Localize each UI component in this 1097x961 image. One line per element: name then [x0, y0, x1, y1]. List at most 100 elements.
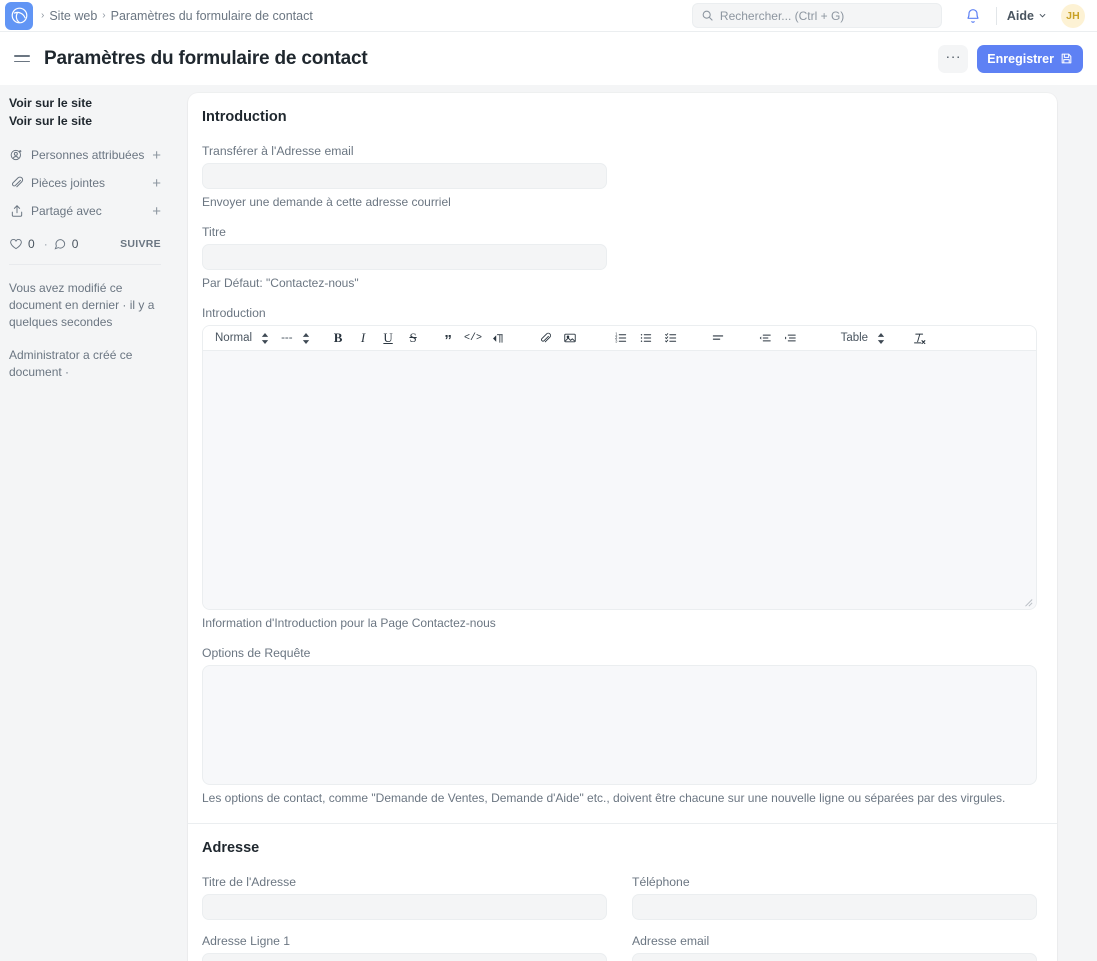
meta-modified: Vous avez modifié ce document en dernier…	[9, 280, 161, 331]
form-area: Introduction Transférer à l'Adresse emai…	[175, 85, 1097, 961]
align-icon[interactable]	[706, 327, 731, 349]
field-label: Titre de l'Adresse	[202, 875, 632, 889]
sidebar-item-shared-with[interactable]: Partagé avec +	[9, 197, 161, 225]
field-options-requete: Options de Requête	[202, 646, 1043, 785]
field-introduction: Introduction Normal ---	[202, 306, 1043, 610]
top-navbar: › Site web › Paramètres du formulaire de…	[0, 0, 1097, 32]
heart-icon[interactable]	[9, 237, 23, 251]
add-attachment-icon[interactable]: +	[152, 176, 161, 191]
search-input[interactable]	[720, 9, 933, 23]
like-count: 0	[28, 237, 35, 251]
section-title: Adresse	[202, 840, 1043, 856]
text-style-value: Normal	[215, 332, 252, 344]
italic-icon[interactable]: I	[351, 327, 376, 349]
reactions-separator: ·	[44, 237, 48, 251]
breadcrumb-item-site-web[interactable]: Site web	[49, 9, 97, 23]
form-card: Introduction Transférer à l'Adresse emai…	[188, 93, 1057, 961]
breadcrumb-chevron-icon: ›	[41, 10, 44, 21]
paragraph-direction-icon[interactable]	[486, 327, 511, 349]
text-style-select[interactable]: Normal	[209, 327, 275, 349]
titre-input[interactable]	[202, 244, 607, 270]
updown-caret-icon	[877, 333, 885, 344]
field-help-text: Information d'Introduction pour la Page …	[202, 616, 1043, 630]
rich-text-editor: Normal ---	[202, 325, 1037, 610]
sidebar-item-attachments[interactable]: Pièces jointes +	[9, 169, 161, 197]
updown-caret-icon	[302, 333, 310, 344]
notifications-bell-icon[interactable]	[960, 3, 986, 29]
clear-format-icon[interactable]	[907, 327, 932, 349]
updown-caret-icon	[261, 333, 269, 344]
follow-button[interactable]: SUIVRE	[120, 238, 161, 250]
insert-image-icon[interactable]	[558, 327, 583, 349]
strikethrough-icon[interactable]: S	[401, 327, 426, 349]
underline-icon[interactable]: U	[376, 327, 401, 349]
code-icon[interactable]: </>	[461, 327, 486, 349]
app-logo-icon[interactable]	[5, 2, 33, 30]
field-label: Transférer à l'Adresse email	[202, 144, 1043, 158]
options-textarea[interactable]	[202, 665, 1037, 785]
page-header-actions: ··· Enregistrer	[938, 45, 1083, 73]
user-avatar[interactable]: JH	[1061, 4, 1085, 28]
font-select[interactable]: ---	[275, 327, 316, 349]
document-meta: Vous avez modifié ce document en dernier…	[9, 265, 161, 381]
breadcrumb-chevron-icon: ›	[102, 10, 105, 21]
save-button-label: Enregistrer	[987, 52, 1054, 66]
comment-icon[interactable]	[53, 237, 67, 251]
adresse-ligne-1-input[interactable]	[202, 953, 607, 961]
titre-adresse-input[interactable]	[202, 894, 607, 920]
sidebar-link-view-on-site-1[interactable]: Voir sur le site	[9, 94, 161, 112]
sidebar-item-label: Pièces jointes	[31, 176, 105, 190]
chevron-down-icon	[1038, 11, 1047, 20]
telephone-input[interactable]	[632, 894, 1037, 920]
assigned-people-icon	[9, 148, 24, 163]
field-telephone: Téléphone	[632, 875, 1043, 920]
field-adresse-email: Adresse email	[632, 934, 1043, 961]
field-help-text: Les options de contact, comme "Demande d…	[202, 791, 1043, 805]
email-input[interactable]	[202, 163, 607, 189]
sidebar-link-view-on-site-2[interactable]: Voir sur le site	[9, 112, 161, 130]
reactions-bar: 0 · 0 SUIVRE	[9, 225, 161, 265]
field-label: Adresse Ligne 1	[202, 934, 632, 948]
document-sidebar: Voir sur le site Voir sur le site Person…	[0, 85, 175, 381]
page-body: Voir sur le site Voir sur le site Person…	[0, 85, 1097, 961]
resize-handle[interactable]	[1023, 597, 1033, 607]
comment-count: 0	[72, 237, 79, 251]
sidebar-item-label: Partagé avec	[31, 204, 102, 218]
sidebar-item-assigned-to[interactable]: Personnes attribuées +	[9, 141, 161, 169]
add-assignment-icon[interactable]: +	[152, 148, 161, 163]
bold-icon[interactable]: B	[326, 327, 351, 349]
ordered-list-icon[interactable]: 1 2 3	[609, 327, 634, 349]
save-disk-icon	[1060, 52, 1073, 65]
table-select[interactable]: Table	[835, 327, 892, 349]
breadcrumb: › Site web › Paramètres du formulaire de…	[41, 9, 313, 23]
sidebar-item-label: Personnes attribuées	[31, 148, 144, 162]
sidebar-toggle-icon[interactable]	[14, 48, 36, 70]
save-button[interactable]: Enregistrer	[977, 45, 1083, 73]
section-title: Introduction	[202, 109, 1043, 125]
svg-text:3: 3	[615, 339, 618, 344]
checklist-icon[interactable]	[659, 327, 684, 349]
editor-content[interactable]	[203, 351, 1036, 609]
indent-icon[interactable]	[778, 327, 803, 349]
attach-link-icon[interactable]	[533, 327, 558, 349]
field-help-text: Envoyer une demande à cette adresse cour…	[202, 195, 1043, 209]
field-email: Transférer à l'Adresse email	[202, 144, 1043, 189]
address-grid: Titre de l'Adresse Téléphone Adresse Lig…	[202, 875, 1043, 961]
blockquote-icon[interactable]: ”	[436, 327, 461, 349]
field-help-text: Par Défaut: "Contactez-nous"	[202, 276, 1043, 290]
help-label: Aide	[1007, 9, 1034, 23]
add-share-icon[interactable]: +	[152, 204, 161, 219]
search-box[interactable]	[692, 3, 942, 28]
field-titre-adresse: Titre de l'Adresse	[202, 875, 632, 920]
search-icon	[701, 9, 714, 22]
outdent-icon[interactable]	[753, 327, 778, 349]
more-options-button[interactable]: ···	[938, 45, 968, 73]
help-menu[interactable]: Aide	[1007, 9, 1047, 23]
share-icon	[9, 204, 24, 219]
adresse-email-input[interactable]	[632, 953, 1037, 961]
bullet-list-icon[interactable]	[634, 327, 659, 349]
field-label: Téléphone	[632, 875, 1043, 889]
navbar-right-group: Aide JH	[692, 3, 1085, 29]
field-label: Introduction	[202, 306, 1043, 320]
breadcrumb-item-current[interactable]: Paramètres du formulaire de contact	[111, 9, 313, 23]
